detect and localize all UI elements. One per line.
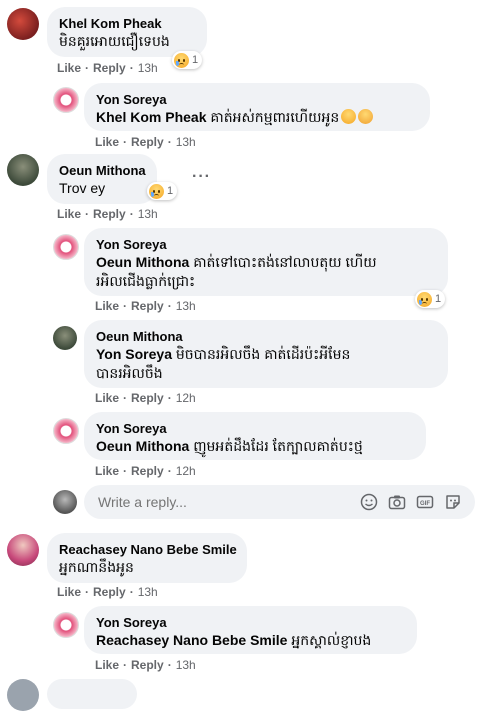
avatar[interactable] xyxy=(53,418,79,444)
comment-text: Yon Soreya មិចបានរអិលចឹង គាត់ដើរប៉ះអីមែន xyxy=(96,346,351,362)
timestamp[interactable]: 13h xyxy=(176,658,196,672)
comment-author[interactable]: Yon Soreya xyxy=(96,91,418,108)
avatar[interactable] xyxy=(53,612,79,638)
avatar[interactable] xyxy=(7,534,39,566)
comment-author[interactable]: Oeun Mithona xyxy=(59,162,146,179)
comment-text: អ្នកណានឹងអូន xyxy=(59,559,134,575)
like-button[interactable]: Like xyxy=(57,61,81,75)
reply-input[interactable] xyxy=(96,493,350,511)
avatar[interactable] xyxy=(7,154,39,186)
timestamp[interactable]: 12h xyxy=(176,464,196,478)
comment-author[interactable]: Yon Soreya xyxy=(96,236,436,253)
svg-text:GIF: GIF xyxy=(420,501,430,507)
comment-actions: Like · Reply · 13h xyxy=(95,135,196,149)
comment-text: មិនគួរអោយជឿទេបង xyxy=(59,33,170,49)
timestamp[interactable]: 13h xyxy=(176,135,196,149)
comment-author[interactable]: Oeun Mithona xyxy=(96,328,436,345)
comment-actions: Like · Reply · 13h xyxy=(57,585,158,599)
timestamp[interactable]: 13h xyxy=(138,585,158,599)
sad-emoji-icon xyxy=(417,291,432,307)
reply-button[interactable]: Reply xyxy=(131,135,164,149)
comment-bubble: Oeun Mithona Trov ey xyxy=(47,154,157,204)
like-button[interactable]: Like xyxy=(95,135,119,149)
comment-author[interactable]: Yon Soreya xyxy=(96,420,414,437)
comment-text: Oeun Mithona ញូមអត់ដឹងដែរ តែក្បាលគាត់បះថ… xyxy=(96,438,363,454)
mention-link[interactable]: Reachasey Nano Bebe Smile xyxy=(96,632,287,648)
like-button[interactable]: Like xyxy=(95,391,119,405)
mention-link[interactable]: Khel Kom Pheak xyxy=(96,109,206,125)
avatar[interactable] xyxy=(7,679,39,711)
gif-icon[interactable]: GIF xyxy=(416,493,434,511)
emoji-icon[interactable] xyxy=(360,493,378,511)
reaction-count: 1 xyxy=(192,54,199,66)
reply-button[interactable]: Reply xyxy=(131,658,164,672)
reply-button[interactable]: Reply xyxy=(93,585,126,599)
comment-text-line: រអិលជើងធ្លាក់ជ្រោះ xyxy=(96,273,196,289)
comment-bubble: Yon Soreya Reachasey Nano Bebe Smile អ្ន… xyxy=(84,606,417,654)
comment-author[interactable]: Khel Kom Pheak xyxy=(59,15,195,32)
reply-button[interactable]: Reply xyxy=(93,207,126,221)
sad-emoji-icon xyxy=(341,109,357,124)
like-button[interactable]: Like xyxy=(57,207,81,221)
reply-button[interactable]: Reply xyxy=(93,61,126,75)
reaction-badge[interactable]: 1 xyxy=(172,51,203,69)
reaction-badge[interactable]: 1 xyxy=(147,182,178,200)
current-user-avatar[interactable] xyxy=(53,490,77,514)
comment-actions: Like · Reply · 13h xyxy=(95,658,196,672)
comment-text: Reachasey Nano Bebe Smile អ្នកស្គាល់ខ្ញា… xyxy=(96,632,372,648)
sad-emoji-icon xyxy=(174,52,189,68)
reply-button[interactable]: Reply xyxy=(131,299,164,313)
reply-button[interactable]: Reply xyxy=(131,464,164,478)
mention-link[interactable]: Oeun Mithona xyxy=(96,438,189,454)
comment-actions: Like · Reply · 12h xyxy=(95,391,196,405)
comment-text: Oeun Mithona គាត់ទៅបោះតង់នៅលាបតុយ ហើយ xyxy=(96,254,377,270)
comment-author[interactable]: Reachasey Nano Bebe Smile xyxy=(59,541,237,558)
more-options-icon[interactable]: ··· xyxy=(192,168,211,186)
reaction-count: 1 xyxy=(167,185,174,197)
reply-box[interactable]: GIF xyxy=(84,485,475,519)
like-button[interactable]: Like xyxy=(95,658,119,672)
reaction-count: 1 xyxy=(435,293,442,305)
comment-actions: Like · Reply · 12h xyxy=(95,464,196,478)
avatar[interactable] xyxy=(53,234,79,260)
reaction-badge[interactable]: 1 xyxy=(415,290,446,308)
like-button[interactable]: Like xyxy=(95,299,119,313)
avatar[interactable] xyxy=(7,8,39,40)
timestamp[interactable]: 13h xyxy=(138,61,158,75)
comment-actions: Like · Reply · 13h xyxy=(57,61,158,75)
like-button[interactable]: Like xyxy=(57,585,81,599)
avatar[interactable] xyxy=(53,326,77,350)
sticker-icon[interactable] xyxy=(444,493,462,511)
comment-bubble: Yon Soreya Oeun Mithona ញូមអត់ដឹងដែរ តែក… xyxy=(84,412,426,460)
comment-actions: Like · Reply · 13h xyxy=(57,207,158,221)
comment-bubble: Reachasey Nano Bebe Smile អ្នកណានឹងអូន xyxy=(47,533,247,583)
comment-bubble: Yon Soreya Oeun Mithona គាត់ទៅបោះតង់នៅលា… xyxy=(84,228,448,296)
reply-button[interactable]: Reply xyxy=(131,391,164,405)
comment-text-line: បានរអិលចឹង xyxy=(96,365,163,381)
timestamp[interactable]: 13h xyxy=(138,207,158,221)
comment-bubble: Khel Kom Pheak មិនគួរអោយជឿទេបង xyxy=(47,7,207,57)
sad-emoji-icon xyxy=(149,183,164,199)
timestamp[interactable]: 13h xyxy=(176,299,196,313)
camera-icon[interactable] xyxy=(388,493,406,511)
comment-actions: Like · Reply · 13h xyxy=(95,299,196,313)
comment-bubble xyxy=(47,679,137,709)
comment-text: Khel Kom Pheak គាត់អស់កម្មពារហើយអូន xyxy=(96,108,418,127)
mention-link[interactable]: Yon Soreya xyxy=(96,346,172,362)
mention-link[interactable]: Oeun Mithona xyxy=(96,254,189,270)
timestamp[interactable]: 12h xyxy=(176,391,196,405)
like-button[interactable]: Like xyxy=(95,464,119,478)
crying-emoji-icon xyxy=(358,109,374,124)
comment-text: Trov ey xyxy=(59,180,106,196)
avatar[interactable] xyxy=(53,87,79,113)
comment-bubble: Yon Soreya Khel Kom Pheak គាត់អស់កម្មពារ… xyxy=(84,83,430,131)
comment-bubble: Oeun Mithona Yon Soreya មិចបានរអិលចឹង គា… xyxy=(84,320,448,388)
comment-author[interactable]: Yon Soreya xyxy=(96,614,405,631)
